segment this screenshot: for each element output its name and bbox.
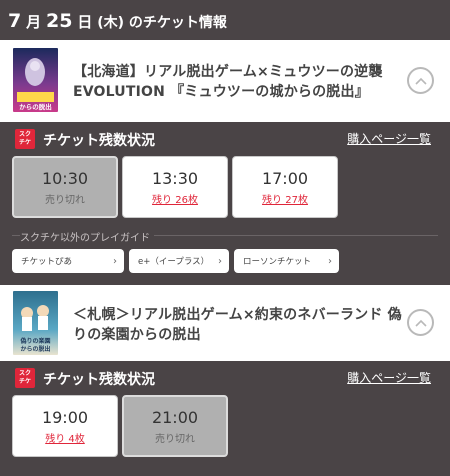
play-guide-divider: スクチケ以外のプレイガイド (12, 229, 438, 244)
guide-button-lawson[interactable]: ローソンチケット › (234, 249, 339, 273)
guide-label: e+（イープラス） (138, 257, 210, 267)
logo-bottom: チケ (18, 378, 31, 385)
date-month-unit: 月 (26, 13, 42, 31)
slot-remaining[interactable]: 残り 4枚 (45, 430, 85, 445)
date-header: 7 月 25 日 (木) のチケット情報 (0, 0, 450, 40)
date-day: 25 (46, 10, 73, 32)
guide-label: ローソンチケット (243, 257, 312, 267)
chevron-right-icon: › (218, 255, 222, 267)
slot-time: 10:30 (41, 168, 89, 188)
ticket-status-row: スク チケ チケット残数状況 購入ページ一覧 (0, 361, 450, 395)
chevron-right-icon: › (113, 255, 117, 267)
date-suffix: のチケット情報 (128, 15, 227, 31)
play-guide-buttons: チケットぴあ › e+（イープラス） › ローソンチケット › (0, 243, 450, 285)
event-poster[interactable]: からの脱出 (13, 48, 58, 112)
date-weekday: (木) (97, 15, 125, 31)
slot-time: 17:00 (261, 168, 309, 188)
event-card[interactable]: からの脱出 【北海道】リアル脱出ゲーム×ミュウツーの逆襲 EVOLUTION 『… (0, 40, 450, 122)
collapse-toggle[interactable] (407, 309, 434, 336)
slot-remaining[interactable]: 残り 26枚 (152, 191, 198, 206)
slot-remaining: 売り切れ (155, 433, 195, 445)
svg-text:からの脱出: からの脱出 (19, 102, 52, 111)
ticket-panel: スク チケ チケット残数状況 購入ページ一覧 10:30 売り切れ 13:30 … (0, 122, 450, 285)
chevron-up-icon (414, 77, 427, 85)
logo-top: スク (18, 370, 31, 377)
time-slot[interactable]: 19:00 残り 4枚 (12, 395, 118, 457)
time-slot-soldout[interactable]: 10:30 売り切れ (12, 156, 118, 218)
slot-remaining: 売り切れ (45, 194, 85, 206)
purchase-page-list-link[interactable]: 購入ページ一覧 (347, 369, 431, 386)
event-card[interactable]: 偽りの楽園 からの脱出 ＜札幌＞リアル脱出ゲーム×約束のネバーランド 偽りの楽園… (0, 285, 450, 361)
ticket-status-row: スク チケ チケット残数状況 購入ページ一覧 (0, 122, 450, 156)
time-slot[interactable]: 13:30 残り 26枚 (122, 156, 228, 218)
guide-button-pia[interactable]: チケットぴあ › (12, 249, 124, 273)
slot-remaining[interactable]: 残り 27枚 (262, 191, 308, 206)
ticket-status-label: チケット残数状況 (43, 372, 155, 388)
ticket-panel: スク チケ チケット残数状況 購入ページ一覧 19:00 残り 4枚 21:00… (0, 361, 450, 457)
logo-bottom: チケ (18, 139, 31, 146)
event-poster[interactable]: 偽りの楽園 からの脱出 (13, 291, 58, 355)
time-slots: 10:30 売り切れ 13:30 残り 26枚 17:00 残り 27枚 (0, 156, 450, 218)
slot-time: 19:00 (41, 407, 89, 427)
event-title[interactable]: ＜札幌＞リアル脱出ゲーム×約束のネバーランド 偽りの楽園からの脱出 (73, 305, 403, 345)
ticket-status-label: チケット残数状況 (43, 133, 155, 149)
chevron-right-icon: › (328, 255, 332, 267)
slot-time: 21:00 (151, 407, 199, 427)
play-guide-label: スクチケ以外のプレイガイド (20, 229, 154, 244)
purchase-page-list-link[interactable]: 購入ページ一覧 (347, 130, 431, 147)
svg-text:偽りの楽園: 偽りの楽園 (19, 337, 50, 345)
date-month: 7 (8, 10, 22, 32)
date-day-unit: 日 (77, 13, 93, 31)
guide-label: チケットぴあ (21, 257, 73, 267)
collapse-toggle[interactable] (407, 67, 434, 94)
time-slot[interactable]: 17:00 残り 27枚 (232, 156, 338, 218)
time-slot-soldout[interactable]: 21:00 売り切れ (122, 395, 228, 457)
time-slots: 19:00 残り 4枚 21:00 売り切れ (0, 395, 450, 457)
slot-time: 13:30 (151, 168, 199, 188)
sukichike-logo: スク チケ (15, 129, 35, 149)
chevron-up-icon (414, 319, 427, 327)
logo-top: スク (18, 131, 31, 138)
svg-text:からの脱出: からの脱出 (20, 345, 50, 353)
guide-button-eplus[interactable]: e+（イープラス） › (129, 249, 229, 273)
sukichike-logo: スク チケ (15, 368, 35, 388)
event-title[interactable]: 【北海道】リアル脱出ゲーム×ミュウツーの逆襲 EVOLUTION 『ミュウツーの… (73, 62, 403, 102)
